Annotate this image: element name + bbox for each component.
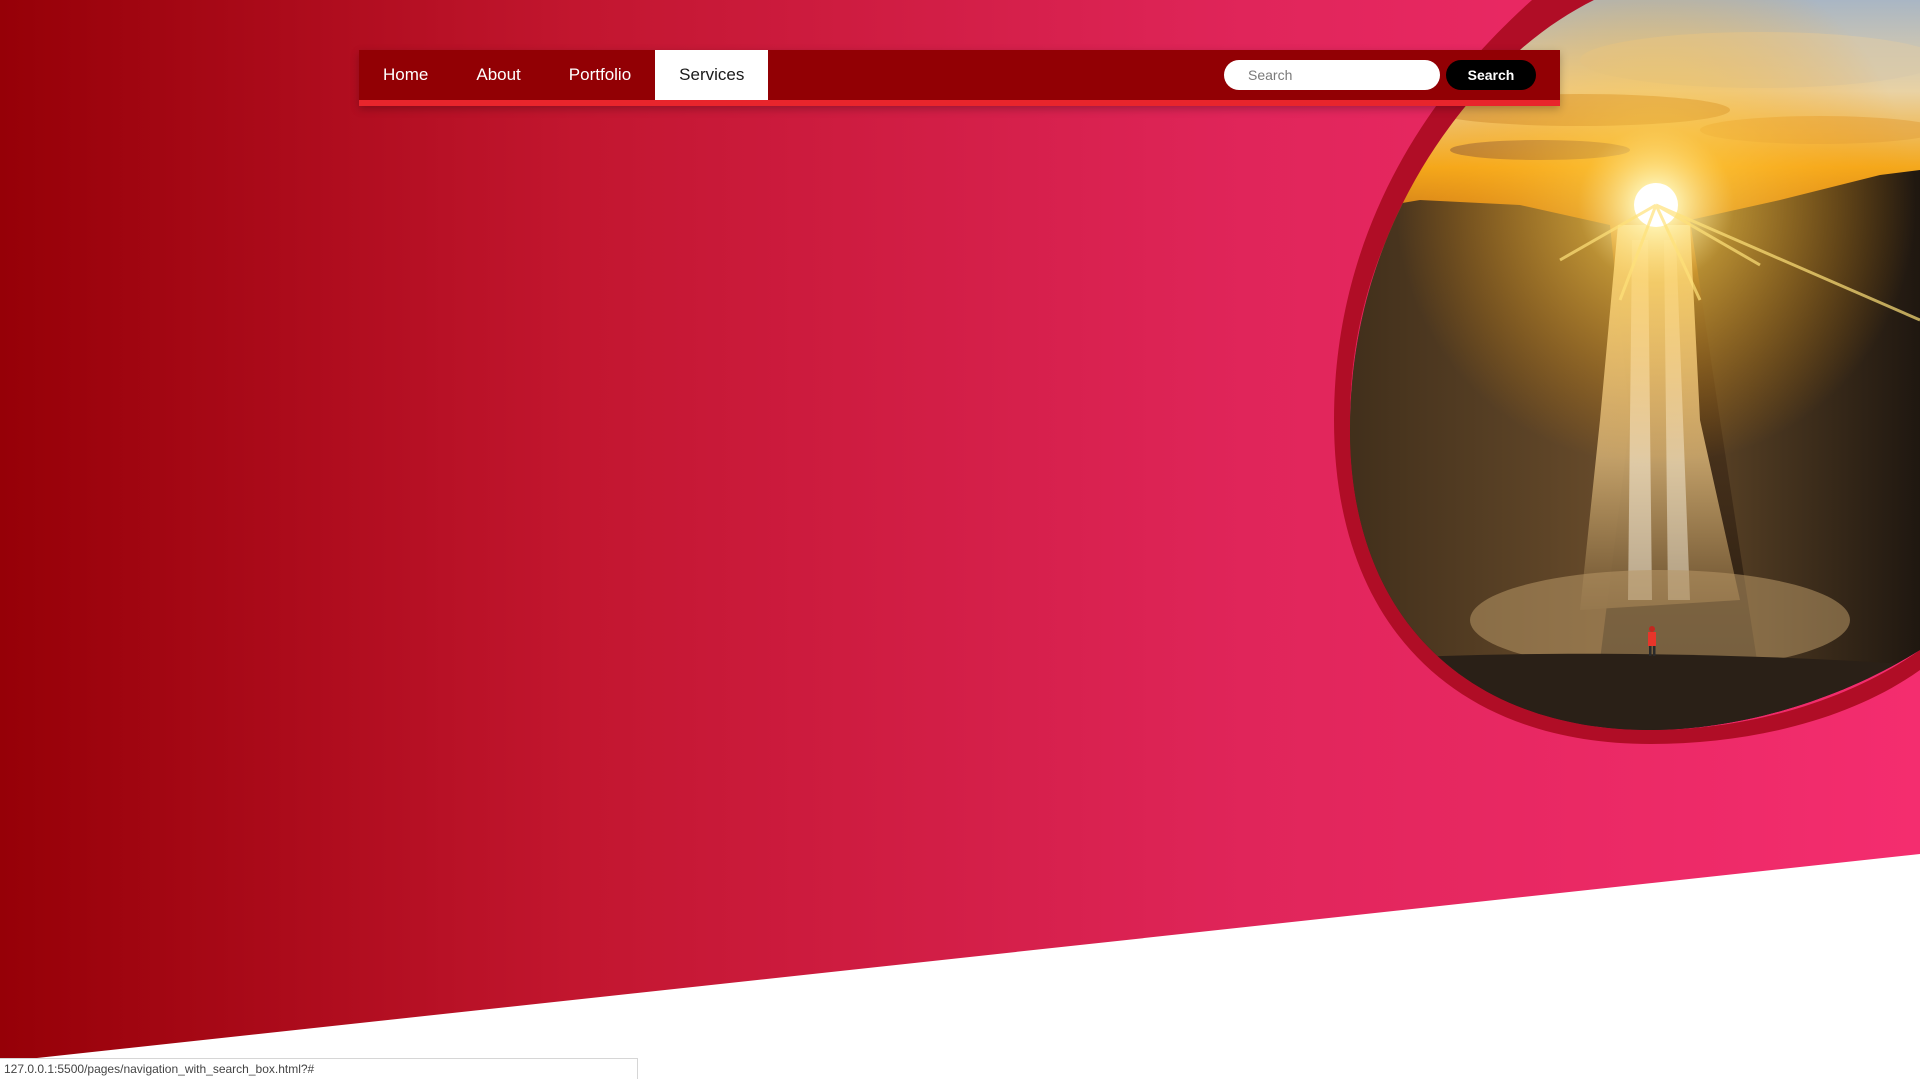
nav-links: Home About Portfolio Services	[359, 50, 769, 100]
browser-status-bar-url: 127.0.0.1:5500/pages/navigation_with_sea…	[0, 1058, 638, 1079]
search-area: Search	[1224, 50, 1560, 100]
nav-link-about[interactable]: About	[452, 50, 544, 100]
nav-link-portfolio[interactable]: Portfolio	[545, 50, 655, 100]
nav-link-home[interactable]: Home	[359, 50, 452, 100]
nav-link-services[interactable]: Services	[655, 50, 769, 100]
search-button[interactable]: Search	[1446, 60, 1536, 90]
page: Home About Portfolio Services Search 127…	[0, 0, 1920, 1079]
search-input[interactable]	[1224, 60, 1440, 90]
main-navigation-bar: Home About Portfolio Services Search	[359, 50, 1560, 106]
hero-gradient-background	[0, 0, 1920, 1062]
